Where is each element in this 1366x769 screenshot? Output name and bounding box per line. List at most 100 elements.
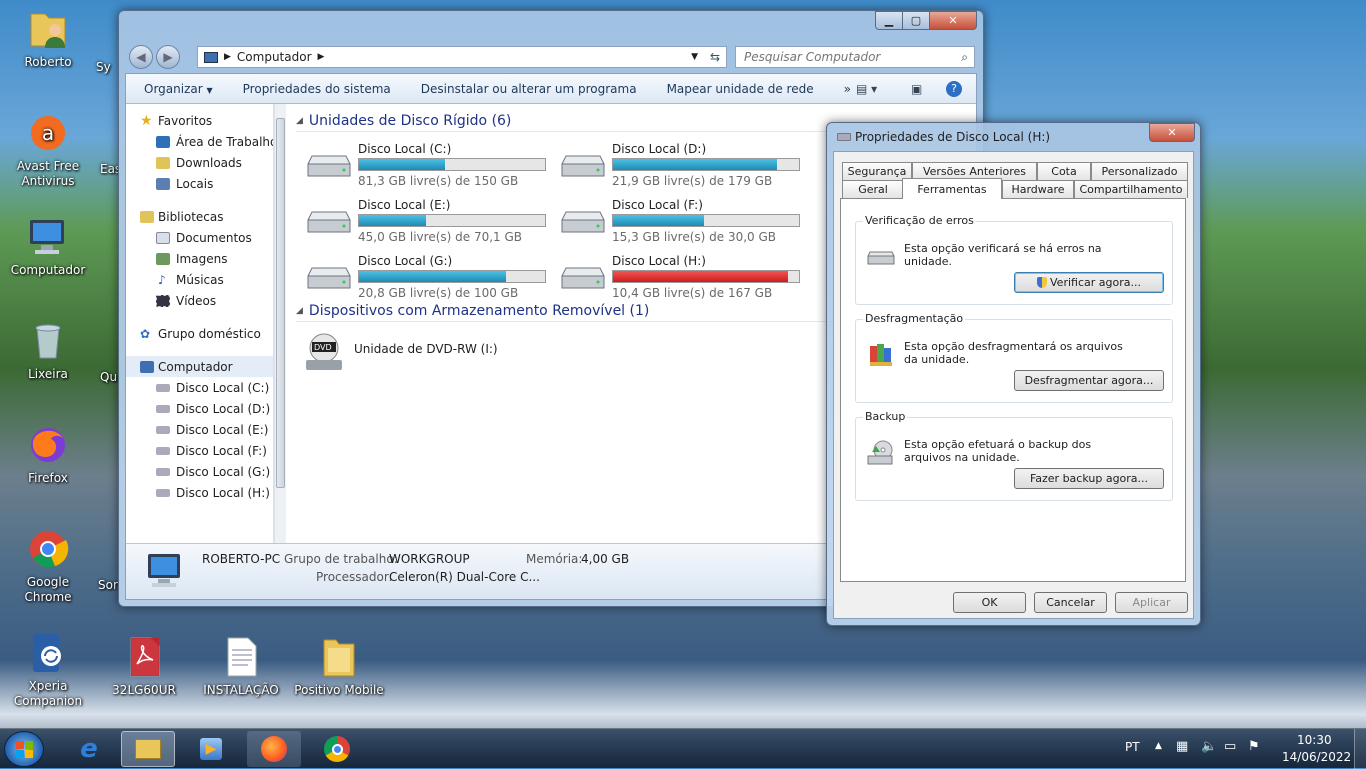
refresh-icon[interactable]: ⇆ — [710, 50, 720, 64]
nav-drive-g[interactable]: Disco Local (G:) — [126, 461, 273, 482]
view-options-icon[interactable]: ▤ ▾ — [856, 82, 877, 96]
drive-tile[interactable]: Disco Local (E:) 45,0 GB livre(s) de 70,1… — [306, 198, 556, 248]
nav-homegroup[interactable]: ✿ Grupo doméstico — [126, 323, 273, 344]
nav-desktop[interactable]: Área de Trabalho — [126, 131, 273, 152]
drive-tile[interactable]: Disco Local (D:) 21,9 GB livre(s) de 179 … — [560, 142, 810, 192]
desktop-icon-roberto[interactable]: Roberto — [2, 6, 94, 70]
address-bar[interactable]: ▶ Computador ▶ ▼ ⇆ — [197, 46, 727, 68]
hard-drive-icon — [560, 264, 606, 292]
defragment-now-button[interactable]: Desfragmentar agora... — [1014, 370, 1164, 391]
desktop-icon-computer[interactable]: Computador — [2, 214, 94, 278]
drive-usage-fill — [613, 159, 777, 170]
drive-tile[interactable]: Disco Local (H:) 10,4 GB livre(s) de 167 … — [560, 254, 810, 304]
forward-button[interactable]: ▶ — [156, 45, 180, 69]
show-desktop-button[interactable] — [1354, 729, 1366, 769]
close-button[interactable]: ✕ — [929, 11, 977, 30]
defrag-legend: Desfragmentação — [863, 312, 966, 325]
action-center-flag-icon[interactable]: ⚑ — [1248, 739, 1260, 754]
desktop-icon-avast[interactable]: a Avast Free Antivirus — [2, 110, 94, 189]
windows-logo-icon — [15, 740, 33, 758]
search-icon[interactable]: ⌕ — [961, 50, 968, 65]
preview-pane-icon[interactable]: ▣ — [911, 82, 922, 96]
desktop-icon-xperia[interactable]: Xperia Companion — [2, 630, 94, 709]
show-hidden-icons-icon[interactable]: ▲ — [1155, 741, 1162, 751]
nav-libraries[interactable]: Bibliotecas — [126, 206, 273, 227]
minimize-button[interactable]: ▁ — [875, 11, 903, 30]
tab-ferramentas[interactable]: Ferramentas — [902, 178, 1002, 199]
nav-drive-d[interactable]: Disco Local (D:) — [126, 398, 273, 419]
drive-small-icon — [837, 133, 851, 141]
volume-icon[interactable]: 🔈 — [1201, 739, 1217, 754]
computer-small-icon — [140, 360, 154, 373]
drive-tile[interactable]: Disco Local (G:) 20,8 GB livre(s) de 100 … — [306, 254, 556, 304]
desktop-icon-recycle-bin[interactable]: Lixeira — [2, 318, 94, 382]
nav-documents[interactable]: Documentos — [126, 227, 273, 248]
close-button[interactable]: ✕ — [1149, 123, 1195, 142]
display-tray-icon[interactable]: ▭ — [1224, 739, 1236, 754]
tab-hardware[interactable]: Hardware — [1002, 180, 1074, 198]
cancel-button[interactable]: Cancelar — [1034, 592, 1107, 613]
more-commands-button[interactable]: » — [844, 82, 851, 96]
breadcrumb-computer[interactable]: Computador — [237, 50, 312, 64]
address-dropdown-icon[interactable]: ▼ — [691, 52, 698, 62]
taskbar-ie-button[interactable]: e — [62, 731, 116, 767]
taskbar-firefox-button[interactable] — [247, 731, 301, 767]
nav-videos[interactable]: Vídeos — [126, 290, 273, 311]
start-button[interactable] — [4, 731, 44, 767]
nav-downloads[interactable]: Downloads — [126, 152, 273, 173]
nav-images[interactable]: Imagens — [126, 248, 273, 269]
drive-tile[interactable]: Disco Local (C:) 81,3 GB livre(s) de 150 … — [306, 142, 556, 192]
language-indicator[interactable]: PT — [1125, 740, 1140, 754]
network-tray-icon[interactable]: ▦ — [1176, 739, 1188, 754]
map-network-drive-button[interactable]: Mapear unidade de rede — [667, 82, 814, 96]
folder-icon — [316, 634, 362, 680]
desktop-icon-pdf[interactable]: 32LG60UR — [98, 634, 190, 698]
tab-compartilhamento[interactable]: Compartilhamento — [1074, 180, 1188, 198]
computer-icon — [25, 214, 71, 260]
search-input[interactable] — [744, 50, 949, 64]
search-box[interactable]: ⌕ — [735, 46, 975, 68]
nav-favorites[interactable]: ★ Favoritos — [126, 110, 273, 131]
drive-name: Disco Local (F:) — [612, 198, 703, 212]
backup-legend: Backup — [863, 410, 908, 423]
backup-now-button[interactable]: Fazer backup agora... — [1014, 468, 1164, 489]
scrollbar-thumb[interactable] — [276, 118, 285, 488]
tab-geral[interactable]: Geral — [842, 180, 904, 198]
properties-dialog[interactable]: Propriedades de Disco Local (H:) ✕ Segur… — [826, 122, 1201, 626]
collapse-icon[interactable]: ◢ — [296, 116, 303, 126]
help-icon[interactable]: ? — [946, 80, 962, 97]
nav-drive-c[interactable]: Disco Local (C:) — [126, 377, 273, 398]
clock-date[interactable]: 14/06/2022 — [1282, 750, 1351, 764]
collapse-icon[interactable]: ◢ — [296, 306, 303, 316]
nav-places[interactable]: Locais — [126, 173, 273, 194]
desktop-icon-label: Lixeira — [28, 367, 68, 381]
navigation-scrollbar[interactable] — [274, 104, 286, 543]
desktop-icon-positivo[interactable]: Positivo Mobile — [293, 634, 385, 698]
check-now-button[interactable]: Verificar agora... — [1014, 272, 1164, 293]
drive-usage-bar — [358, 158, 546, 171]
defrag-text: Esta opção desfragmentará os arquivos da… — [904, 340, 1123, 366]
nav-drive-e[interactable]: Disco Local (E:) — [126, 419, 273, 440]
clock-time[interactable]: 10:30 — [1297, 733, 1332, 747]
uninstall-program-button[interactable]: Desinstalar ou alterar um programa — [421, 82, 637, 96]
ok-button[interactable]: OK — [953, 592, 1026, 613]
tab-cota[interactable]: Cota — [1037, 162, 1091, 180]
drive-tile[interactable]: Disco Local (F:) 15,3 GB livre(s) de 30,0… — [560, 198, 810, 248]
system-properties-button[interactable]: Propriedades do sistema — [243, 82, 391, 96]
desktop-icon-chrome[interactable]: Google Chrome — [2, 526, 94, 605]
desktop-icon-instalacao[interactable]: INSTALAÇÃO — [195, 634, 287, 698]
maximize-button[interactable]: ▢ — [902, 11, 930, 30]
nav-computer[interactable]: Computador — [126, 356, 273, 377]
apply-button[interactable]: Aplicar — [1115, 592, 1188, 613]
nav-drive-f[interactable]: Disco Local (F:) — [126, 440, 273, 461]
desktop-icon-firefox[interactable]: Firefox — [2, 422, 94, 486]
nav-music[interactable]: ♪ Músicas — [126, 269, 273, 290]
back-button[interactable]: ◀ — [129, 45, 153, 69]
nav-drive-h[interactable]: Disco Local (H:) — [126, 482, 273, 503]
taskbar-media-button[interactable]: ▶ — [184, 731, 238, 767]
tab-personalizado[interactable]: Personalizado — [1091, 162, 1188, 180]
taskbar-chrome-button[interactable] — [310, 731, 364, 767]
drive-usage-bar — [612, 158, 800, 171]
organize-button[interactable]: Organizar ▼ — [144, 82, 213, 96]
taskbar-explorer-button[interactable] — [121, 731, 175, 767]
